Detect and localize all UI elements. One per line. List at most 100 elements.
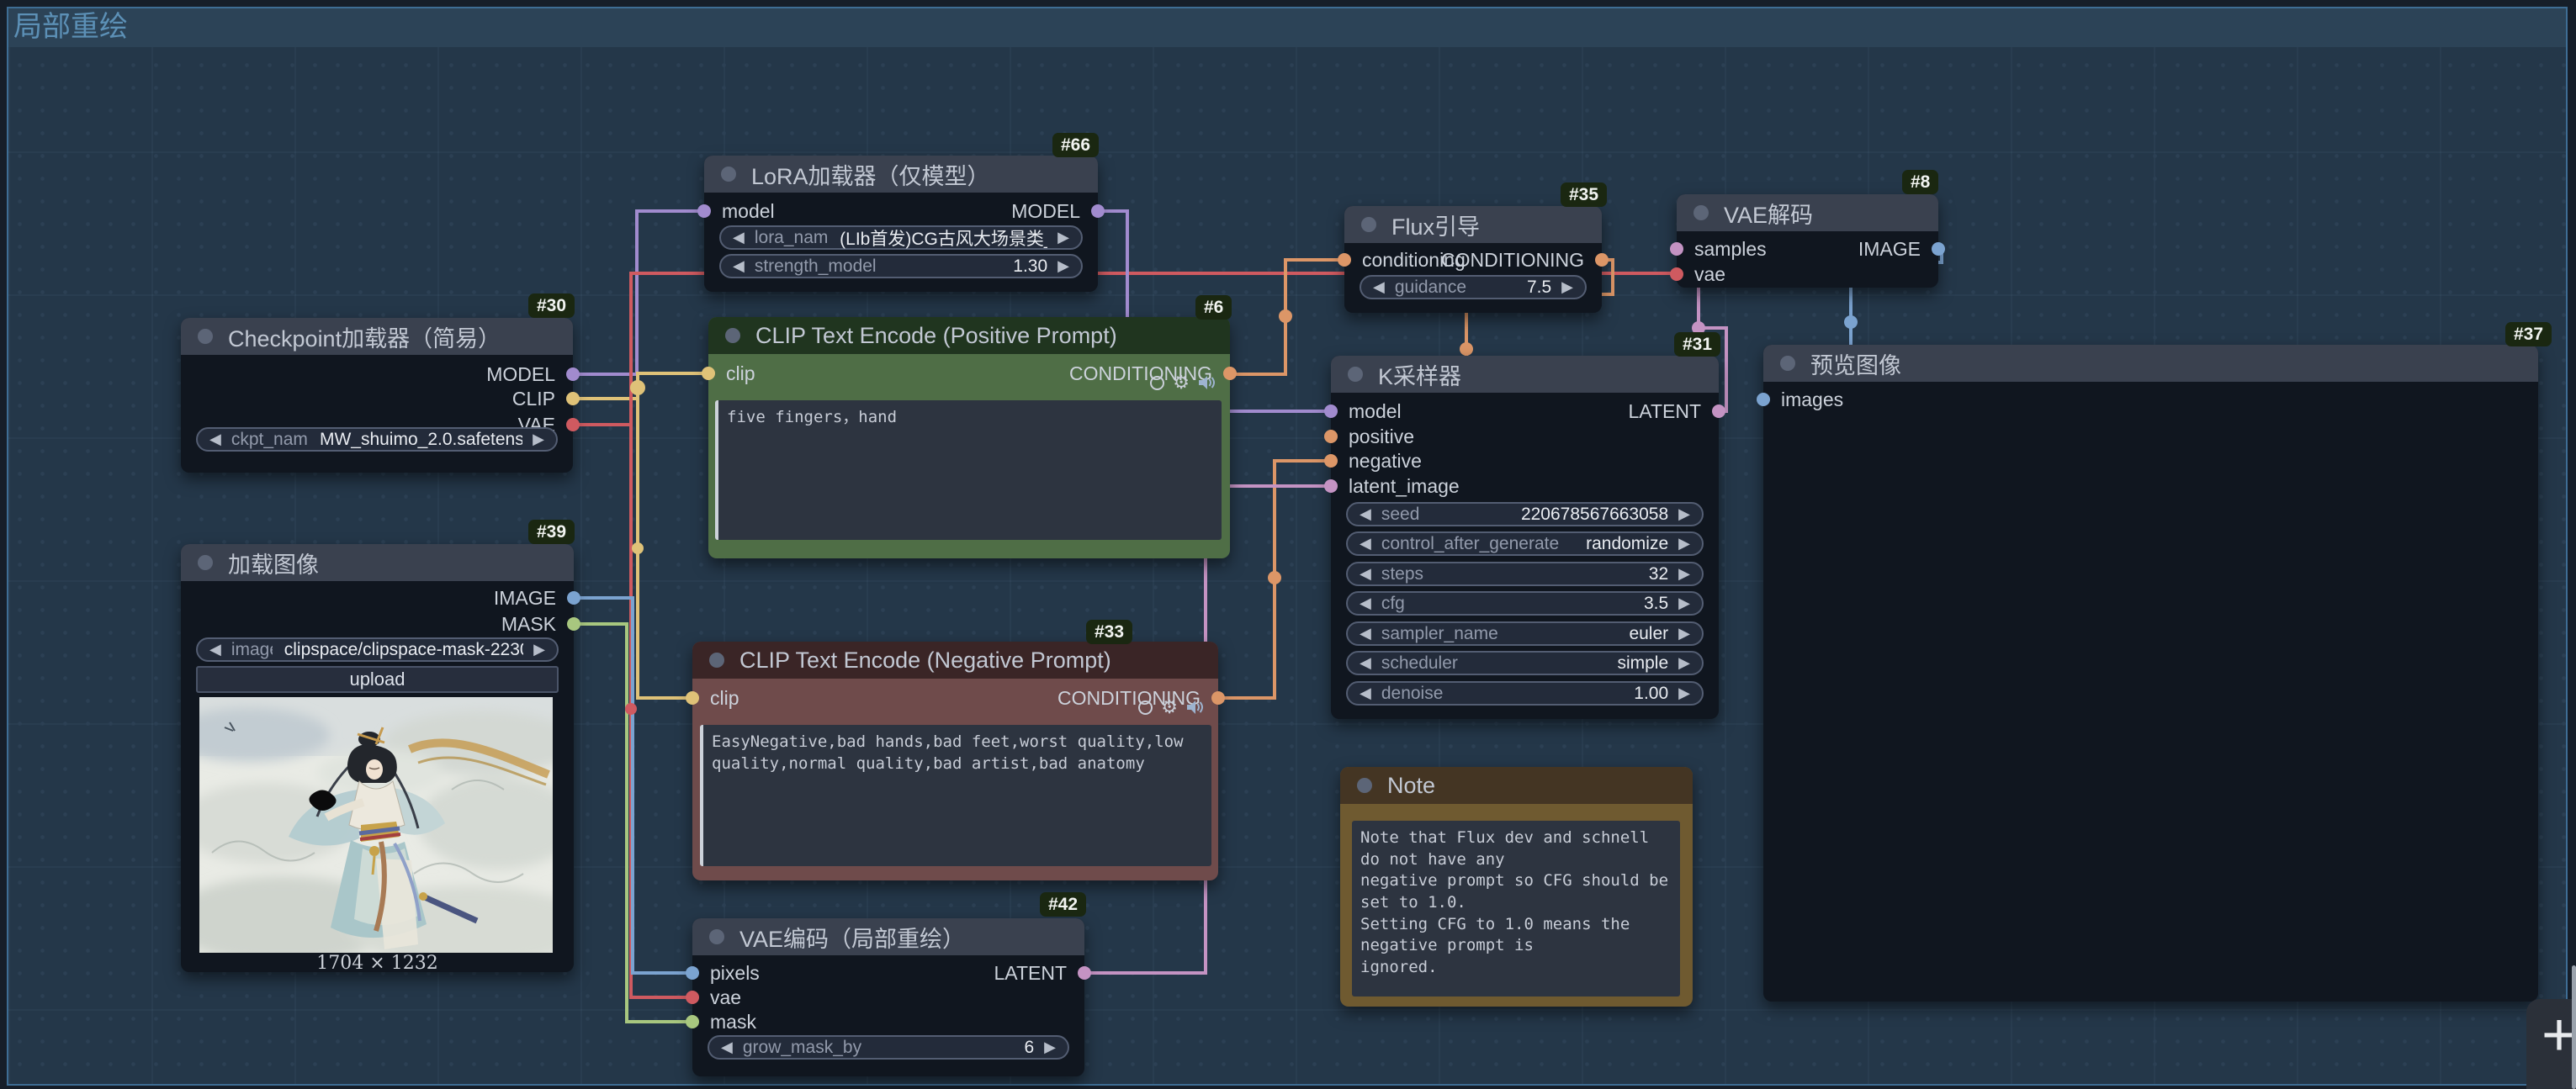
vae-port-icon[interactable] (566, 418, 580, 431)
input-vae[interactable]: vae (686, 985, 741, 1010)
latent-port-icon[interactable] (1324, 479, 1338, 493)
output-model[interactable]: MODEL (1011, 198, 1105, 224)
mask-port-icon[interactable] (567, 617, 580, 631)
node-clip-text-encode-positive[interactable]: CLIP Text Encode (Positive Prompt) clip … (708, 317, 1230, 558)
canvas-controls-panel[interactable]: + (2526, 999, 2576, 1089)
next-arrow-icon[interactable]: ▶ (1678, 505, 1690, 523)
image-port-icon[interactable] (567, 591, 580, 605)
node-header[interactable]: CLIP Text Encode (Negative Prompt) (692, 642, 1218, 679)
latent-port-icon[interactable] (1670, 242, 1683, 256)
node-header[interactable]: 加载图像 (181, 544, 574, 581)
speaker-icon[interactable] (1198, 374, 1216, 391)
node-graph-canvas[interactable]: 局部重绘 #30 (0, 0, 2576, 1089)
image-file-widget[interactable]: ◀ image clipspace/clipspace-mask-223056.… (196, 637, 559, 662)
conditioning-port-icon[interactable] (1211, 691, 1225, 705)
output-clip[interactable]: CLIP (512, 386, 580, 411)
node-header[interactable]: VAE解码 (1677, 194, 1938, 231)
next-arrow-icon[interactable]: ▶ (1057, 229, 1069, 246)
zoom-in-icon[interactable]: + (2542, 1001, 2576, 1070)
prev-arrow-icon[interactable]: ◀ (1360, 595, 1371, 612)
collapse-dot-icon[interactable] (721, 167, 736, 182)
next-arrow-icon[interactable]: ▶ (1561, 278, 1573, 296)
collapse-dot-icon[interactable] (1693, 205, 1709, 220)
collapse-dot-icon[interactable] (709, 929, 724, 944)
ckpt-name-widget[interactable]: ◀ ckpt_name MW_shuimo_2.0.safetensors ▶ (196, 427, 558, 452)
vae-port-icon[interactable] (1670, 267, 1683, 281)
conditioning-port-icon[interactable] (1338, 253, 1351, 267)
model-port-icon[interactable] (1091, 204, 1105, 218)
node-header[interactable]: VAE编码（局部重绘） (692, 918, 1084, 955)
input-model[interactable]: model (697, 198, 775, 224)
input-clip[interactable]: clip (702, 361, 755, 386)
prev-arrow-icon[interactable]: ◀ (1373, 278, 1385, 296)
clip-port-icon[interactable] (702, 367, 715, 380)
output-latent[interactable]: LATENT (994, 960, 1091, 986)
output-image[interactable]: IMAGE (1858, 236, 1945, 262)
next-arrow-icon[interactable]: ▶ (1678, 654, 1690, 672)
prev-arrow-icon[interactable]: ◀ (1360, 625, 1371, 642)
prev-arrow-icon[interactable]: ◀ (721, 1039, 733, 1056)
cfg-widget[interactable]: ◀cfg3.5▶ (1346, 591, 1704, 616)
node-header[interactable]: CLIP Text Encode (Positive Prompt) (708, 317, 1230, 354)
collapse-dot-icon[interactable] (725, 328, 740, 343)
node-header[interactable]: Flux引导 (1344, 206, 1602, 243)
output-conditioning[interactable]: CONDITIONING (1441, 247, 1609, 272)
right-edge-scrollbar[interactable] (2572, 965, 2576, 1089)
collapse-dot-icon[interactable] (1357, 778, 1372, 793)
control-after-generate-widget[interactable]: ◀control_after_generaterandomize▶ (1346, 531, 1704, 556)
prev-arrow-icon[interactable]: ◀ (1360, 535, 1371, 552)
next-arrow-icon[interactable]: ▶ (1044, 1039, 1056, 1056)
image-port-icon[interactable] (686, 966, 699, 980)
gear-icon[interactable]: ⚙ (1173, 374, 1190, 391)
speaker-icon[interactable] (1186, 699, 1205, 716)
node-checkpoint-loader[interactable]: Checkpoint加载器（简易） MODEL CLIP VAE ◀ ckpt_… (181, 318, 573, 473)
next-arrow-icon[interactable]: ▶ (1678, 625, 1690, 642)
seed-widget[interactable]: ◀seed220678567663058▶ (1346, 502, 1704, 526)
node-ksampler[interactable]: K采样器 model positive negative latent_imag… (1331, 356, 1719, 719)
next-arrow-icon[interactable]: ▶ (1678, 535, 1690, 552)
upload-button[interactable]: upload (196, 666, 559, 693)
latent-port-icon[interactable] (1078, 966, 1091, 980)
vae-port-icon[interactable] (686, 991, 699, 1004)
collapse-dot-icon[interactable] (1361, 217, 1376, 232)
collapse-dot-icon[interactable] (709, 653, 724, 668)
model-port-icon[interactable] (1324, 404, 1338, 418)
prompt-textarea[interactable]: EasyNegative,bad hands,bad feet,worst qu… (700, 725, 1211, 866)
strength-model-widget[interactable]: ◀ strength_model 1.30 ▶ (719, 254, 1083, 278)
conditioning-port-icon[interactable] (1324, 454, 1338, 468)
clip-port-icon[interactable] (566, 392, 580, 405)
next-arrow-icon[interactable]: ▶ (1057, 257, 1069, 275)
prev-arrow-icon[interactable]: ◀ (1360, 685, 1371, 702)
grow-mask-by-widget[interactable]: ◀ grow_mask_by 6 ▶ (708, 1035, 1069, 1060)
input-images[interactable]: images (1757, 387, 1843, 412)
collapse-dot-icon[interactable] (1780, 356, 1795, 371)
mask-port-icon[interactable] (686, 1015, 699, 1028)
latent-port-icon[interactable] (1712, 404, 1725, 418)
node-load-image[interactable]: 加载图像 IMAGE MASK ◀ image clipspace/clipsp… (181, 544, 574, 972)
output-mask[interactable]: MASK (501, 611, 580, 637)
collapse-dot-icon[interactable] (1348, 367, 1363, 382)
next-arrow-icon[interactable]: ▶ (1678, 595, 1690, 612)
node-header[interactable]: Checkpoint加载器（简易） (181, 318, 573, 355)
circle-icon[interactable] (1138, 700, 1153, 715)
image-port-icon[interactable] (1932, 242, 1945, 256)
prev-arrow-icon[interactable]: ◀ (733, 229, 745, 246)
node-vae-encode-inpaint[interactable]: VAE编码（局部重绘） pixels vae mask LATENT ◀ gro… (692, 918, 1084, 1076)
node-clip-text-encode-negative[interactable]: CLIP Text Encode (Negative Prompt) clip … (692, 642, 1218, 880)
input-vae[interactable]: vae (1670, 262, 1725, 287)
model-port-icon[interactable] (566, 367, 580, 381)
input-samples[interactable]: samples (1670, 236, 1767, 262)
node-preview-image[interactable]: 预览图像 images (1763, 345, 2538, 1002)
next-arrow-icon[interactable]: ▶ (533, 431, 544, 448)
node-flux-guidance[interactable]: Flux引导 conditioning CONDITIONING ◀ guida… (1344, 206, 1602, 313)
gear-icon[interactable]: ⚙ (1161, 699, 1178, 716)
collapse-dot-icon[interactable] (198, 329, 213, 344)
prev-arrow-icon[interactable]: ◀ (1360, 654, 1371, 672)
scheduler-widget[interactable]: ◀schedulersimple▶ (1346, 651, 1704, 675)
prev-arrow-icon[interactable]: ◀ (1360, 565, 1371, 583)
node-lora-loader[interactable]: LoRA加载器（仅模型） model MODEL ◀ lora_name (LI… (704, 156, 1098, 292)
node-vae-decode[interactable]: VAE解码 samples vae IMAGE (1677, 194, 1938, 288)
note-textarea[interactable]: Note that Flux dev and schnell do not ha… (1352, 821, 1680, 996)
prev-arrow-icon[interactable]: ◀ (209, 431, 221, 448)
conditioning-port-icon[interactable] (1223, 367, 1237, 380)
